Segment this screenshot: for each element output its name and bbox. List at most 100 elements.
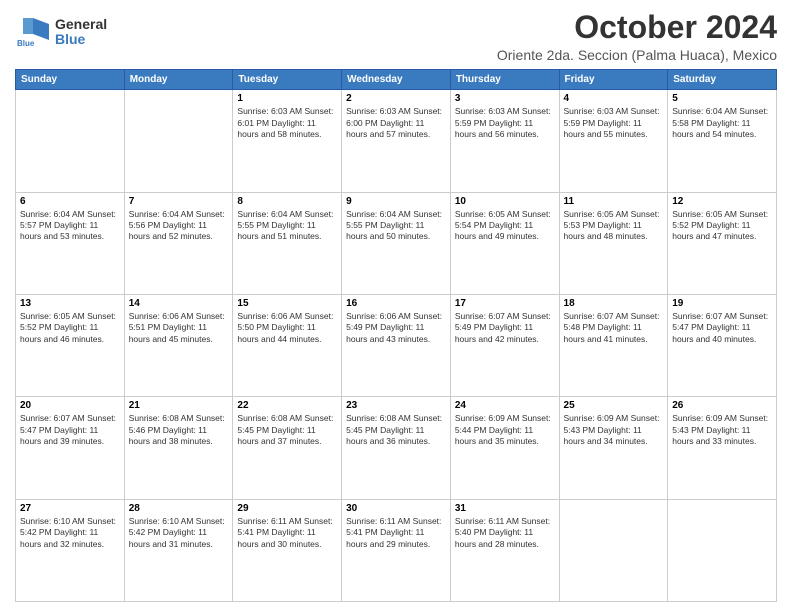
day-number: 6 <box>20 196 120 207</box>
day-number: 19 <box>672 298 772 309</box>
day-number: 28 <box>129 503 229 514</box>
day-info: Sunrise: 6:06 AM Sunset: 5:49 PM Dayligh… <box>346 311 446 345</box>
day-number: 27 <box>20 503 120 514</box>
day-number: 15 <box>237 298 337 309</box>
day-info: Sunrise: 6:05 AM Sunset: 5:53 PM Dayligh… <box>564 209 664 243</box>
calendar-cell: 11 Sunrise: 6:05 AM Sunset: 5:53 PM Dayli… <box>559 192 668 294</box>
day-number: 24 <box>455 400 555 411</box>
calendar-cell: 4 Sunrise: 6:03 AM Sunset: 5:59 PM Daylig… <box>559 90 668 192</box>
calendar-cell: 9Sunrise: 6:04 AM Sunset: 5:55 PM Daylig… <box>342 192 451 294</box>
day-number: 9 <box>346 196 446 207</box>
col-thursday: Thursday <box>450 70 559 90</box>
day-number: 3 <box>455 93 555 104</box>
day-info: Sunrise: 6:05 AM Sunset: 5:52 PM Dayligh… <box>20 311 120 345</box>
col-saturday: Saturday <box>668 70 777 90</box>
day-info: Sunrise: 6:09 AM Sunset: 5:43 PM Dayligh… <box>564 413 664 447</box>
day-info: Sunrise: 6:03 AM Sunset: 6:00 PM Dayligh… <box>346 106 446 140</box>
col-friday: Friday <box>559 70 668 90</box>
logo-text: General Blue <box>55 17 107 48</box>
calendar-cell <box>668 499 777 601</box>
header-row: Sunday Monday Tuesday Wednesday Thursday… <box>16 70 777 90</box>
day-number: 31 <box>455 503 555 514</box>
week-row-2: 6Sunrise: 6:04 AM Sunset: 5:57 PM Daylig… <box>16 192 777 294</box>
calendar-cell: 5 Sunrise: 6:04 AM Sunset: 5:58 PM Daylig… <box>668 90 777 192</box>
calendar-cell: 23 Sunrise: 6:08 AM Sunset: 5:45 PM Dayli… <box>342 397 451 499</box>
day-info: Sunrise: 6:10 AM Sunset: 5:42 PM Dayligh… <box>129 516 229 550</box>
day-number: 8 <box>237 196 337 207</box>
day-number: 29 <box>237 503 337 514</box>
col-sunday: Sunday <box>16 70 125 90</box>
day-number: 5 <box>672 93 772 104</box>
col-tuesday: Tuesday <box>233 70 342 90</box>
day-info: Sunrise: 6:09 AM Sunset: 5:43 PM Dayligh… <box>672 413 772 447</box>
calendar-cell: 25 Sunrise: 6:09 AM Sunset: 5:43 PM Dayli… <box>559 397 668 499</box>
day-number: 4 <box>564 93 664 104</box>
calendar-cell: 16 Sunrise: 6:06 AM Sunset: 5:49 PM Dayli… <box>342 294 451 396</box>
calendar-header: Sunday Monday Tuesday Wednesday Thursday… <box>16 70 777 90</box>
day-number: 16 <box>346 298 446 309</box>
day-info: Sunrise: 6:06 AM Sunset: 5:51 PM Dayligh… <box>129 311 229 345</box>
day-number: 12 <box>672 196 772 207</box>
calendar-cell: 26Sunrise: 6:09 AM Sunset: 5:43 PM Dayli… <box>668 397 777 499</box>
svg-text:Blue: Blue <box>17 39 35 48</box>
calendar-cell: 2Sunrise: 6:03 AM Sunset: 6:00 PM Daylig… <box>342 90 451 192</box>
calendar-cell: 18 Sunrise: 6:07 AM Sunset: 5:48 PM Dayli… <box>559 294 668 396</box>
day-info: Sunrise: 6:07 AM Sunset: 5:49 PM Dayligh… <box>455 311 555 345</box>
day-info: Sunrise: 6:11 AM Sunset: 5:41 PM Dayligh… <box>237 516 337 550</box>
day-info: Sunrise: 6:11 AM Sunset: 5:41 PM Dayligh… <box>346 516 446 550</box>
calendar-cell: 30 Sunrise: 6:11 AM Sunset: 5:41 PM Dayli… <box>342 499 451 601</box>
day-info: Sunrise: 6:09 AM Sunset: 5:44 PM Dayligh… <box>455 413 555 447</box>
day-info: Sunrise: 6:10 AM Sunset: 5:42 PM Dayligh… <box>20 516 120 550</box>
calendar-cell: 17 Sunrise: 6:07 AM Sunset: 5:49 PM Dayli… <box>450 294 559 396</box>
calendar-cell: 10Sunrise: 6:05 AM Sunset: 5:54 PM Dayli… <box>450 192 559 294</box>
day-info: Sunrise: 6:03 AM Sunset: 5:59 PM Dayligh… <box>564 106 664 140</box>
day-number: 10 <box>455 196 555 207</box>
logo-icon: Blue <box>15 14 51 50</box>
day-info: Sunrise: 6:04 AM Sunset: 5:56 PM Dayligh… <box>129 209 229 243</box>
day-number: 20 <box>20 400 120 411</box>
calendar-body: 1Sunrise: 6:03 AM Sunset: 6:01 PM Daylig… <box>16 90 777 602</box>
day-number: 18 <box>564 298 664 309</box>
day-info: Sunrise: 6:05 AM Sunset: 5:52 PM Dayligh… <box>672 209 772 243</box>
day-info: Sunrise: 6:07 AM Sunset: 5:48 PM Dayligh… <box>564 311 664 345</box>
title-block: October 2024 Oriente 2da. Seccion (Palma… <box>497 10 777 63</box>
logo-general-text: General <box>55 17 107 32</box>
day-number: 7 <box>129 196 229 207</box>
calendar-cell: 29 Sunrise: 6:11 AM Sunset: 5:41 PM Dayli… <box>233 499 342 601</box>
day-number: 17 <box>455 298 555 309</box>
calendar-cell: 3 Sunrise: 6:03 AM Sunset: 5:59 PM Daylig… <box>450 90 559 192</box>
calendar-cell: 15 Sunrise: 6:06 AM Sunset: 5:50 PM Dayli… <box>233 294 342 396</box>
calendar-cell: 24 Sunrise: 6:09 AM Sunset: 5:44 PM Dayli… <box>450 397 559 499</box>
calendar-table: Sunday Monday Tuesday Wednesday Thursday… <box>15 69 777 602</box>
day-info: Sunrise: 6:03 AM Sunset: 5:59 PM Dayligh… <box>455 106 555 140</box>
calendar-cell: 12 Sunrise: 6:05 AM Sunset: 5:52 PM Dayli… <box>668 192 777 294</box>
calendar-cell: 13 Sunrise: 6:05 AM Sunset: 5:52 PM Dayli… <box>16 294 125 396</box>
day-info: Sunrise: 6:08 AM Sunset: 5:45 PM Dayligh… <box>346 413 446 447</box>
calendar-cell: 8 Sunrise: 6:04 AM Sunset: 5:55 PM Daylig… <box>233 192 342 294</box>
logo: Blue General Blue <box>15 14 107 50</box>
subtitle: Oriente 2da. Seccion (Palma Huaca), Mexi… <box>497 47 777 63</box>
calendar-cell: 6Sunrise: 6:04 AM Sunset: 5:57 PM Daylig… <box>16 192 125 294</box>
day-number: 21 <box>129 400 229 411</box>
day-info: Sunrise: 6:04 AM Sunset: 5:55 PM Dayligh… <box>237 209 337 243</box>
calendar-cell: 28 Sunrise: 6:10 AM Sunset: 5:42 PM Dayli… <box>124 499 233 601</box>
header: Blue General Blue October 2024 Oriente 2… <box>15 10 777 63</box>
day-number: 30 <box>346 503 446 514</box>
week-row-4: 20Sunrise: 6:07 AM Sunset: 5:47 PM Dayli… <box>16 397 777 499</box>
day-info: Sunrise: 6:11 AM Sunset: 5:40 PM Dayligh… <box>455 516 555 550</box>
calendar-cell: 1Sunrise: 6:03 AM Sunset: 6:01 PM Daylig… <box>233 90 342 192</box>
day-info: Sunrise: 6:04 AM Sunset: 5:58 PM Dayligh… <box>672 106 772 140</box>
day-number: 25 <box>564 400 664 411</box>
day-info: Sunrise: 6:03 AM Sunset: 6:01 PM Dayligh… <box>237 106 337 140</box>
day-info: Sunrise: 6:06 AM Sunset: 5:50 PM Dayligh… <box>237 311 337 345</box>
week-row-5: 27 Sunrise: 6:10 AM Sunset: 5:42 PM Dayli… <box>16 499 777 601</box>
calendar-cell: 31 Sunrise: 6:11 AM Sunset: 5:40 PM Dayli… <box>450 499 559 601</box>
calendar-cell: 20Sunrise: 6:07 AM Sunset: 5:47 PM Dayli… <box>16 397 125 499</box>
day-number: 13 <box>20 298 120 309</box>
day-number: 23 <box>346 400 446 411</box>
calendar-cell: 14Sunrise: 6:06 AM Sunset: 5:51 PM Dayli… <box>124 294 233 396</box>
col-wednesday: Wednesday <box>342 70 451 90</box>
day-number: 11 <box>564 196 664 207</box>
logo-blue-text: Blue <box>55 32 107 47</box>
day-number: 22 <box>237 400 337 411</box>
